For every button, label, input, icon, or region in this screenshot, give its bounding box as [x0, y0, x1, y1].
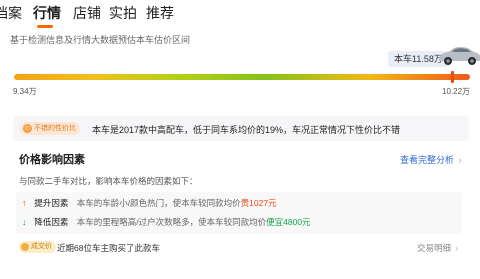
range-max-label: 10.22万 — [442, 87, 471, 96]
factors-box: ↑ 提升因素 本车的车龄小/颜色热门，使本车较同款均价贵1027元 ↓ 降低因素… — [16, 192, 462, 234]
emoji-face-icon: ☺ — [23, 124, 32, 133]
tab-bar: 档案 行情 店铺 实拍 推荐 — [0, 0, 480, 28]
estimate-subtitle: 基于检测信息及行情大数据预估本车估价区间 — [10, 35, 191, 45]
factor-row-decrease: ↓ 降低因素 本车的里程略高/过户次数略多，使本车较同款均价便宜4800元 — [22, 216, 311, 230]
factors-description: 与同款二手车对比，影响本车价格的因素如下： — [19, 176, 198, 186]
car-thumbnail-icon — [439, 47, 480, 65]
deal-price-row: 成交价 近期68位车主购买了此款车 交易明细 › — [13, 240, 469, 256]
factor-text-decrease: 本车的里程略高/过户次数略多，使本车较同款均价 — [76, 217, 267, 227]
tab-archive[interactable]: 档案 — [0, 3, 22, 23]
chevron-right-icon: › — [455, 243, 459, 253]
factor-label-decrease: 降低因素 — [34, 217, 69, 227]
deal-price-badge: 成交价 — [19, 241, 56, 253]
range-min-label: 9.34万 — [13, 87, 37, 96]
transaction-details-link[interactable]: 交易明细 › — [417, 242, 458, 254]
arrow-up-icon: ↑ — [22, 198, 27, 208]
verdict-badge-label: 不错的性价比 — [34, 125, 76, 132]
view-full-analysis-label: 查看完整分析 — [400, 155, 455, 165]
price-position-marker — [450, 71, 454, 83]
deal-price-badge-label: 成交价 — [31, 243, 52, 250]
tab-recommend[interactable]: 推荐 — [146, 3, 174, 23]
active-tab-indicator — [37, 25, 53, 28]
arrow-down-icon: ↓ — [22, 217, 27, 227]
tab-shop[interactable]: 店铺 — [73, 3, 101, 23]
factor-label-increase: 提升因素 — [34, 198, 69, 208]
factor-text-increase: 本车的车龄小/颜色热门，使本车较同款均价 — [76, 198, 241, 208]
verdict-badge: ☺ 不错的性价比 — [20, 122, 80, 135]
chevron-right-icon: › — [458, 155, 462, 165]
deal-text: 近期68位车主购买了此款车 — [57, 243, 160, 253]
transaction-details-label: 交易明细 — [417, 243, 452, 253]
tab-market[interactable]: 行情 — [33, 3, 61, 23]
price-range-bar — [14, 74, 470, 80]
view-full-analysis-link[interactable]: 查看完整分析 › — [400, 153, 462, 166]
coin-icon — [21, 243, 29, 251]
verdict-text: 本车是2017款中高配车，低于同车系均价的19%，车况正常情况下性价比不错 — [92, 125, 401, 135]
factors-title: 价格影响因素 — [19, 154, 85, 166]
value-verdict-card: ☺ 不错的性价比 本车是2017款中高配车，低于同车系均价的19%，车况正常情况… — [13, 116, 469, 141]
factor-amount-decrease: 便宜4800元 — [266, 217, 311, 227]
factor-row-increase: ↑ 提升因素 本车的车龄小/颜色热门，使本车较同款均价贵1027元 — [22, 197, 277, 211]
tab-photos[interactable]: 实拍 — [109, 3, 137, 23]
factor-amount-increase: 贵1027元 — [240, 198, 277, 208]
